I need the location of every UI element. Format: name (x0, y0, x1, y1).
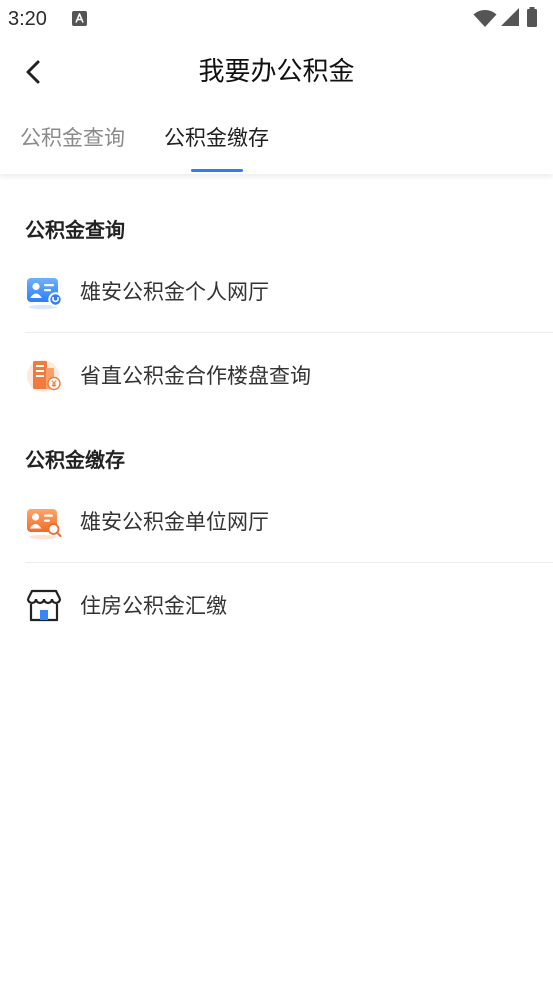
tab-indicator (191, 169, 243, 172)
signal-icon (501, 8, 519, 26)
tab-housing-fund-payment[interactable]: 公积金缴存 (164, 105, 269, 173)
section-title: 公积金缴存 (25, 450, 125, 472)
list-item-label: 雄安公积金个人网厅 (80, 280, 269, 304)
id-card-icon (25, 272, 63, 310)
notification-a-icon (72, 11, 87, 26)
section-title: 公积金查询 (25, 220, 125, 242)
list-item-provincial-partner-housing-query[interactable]: 省直公积金合作楼盘查询 (25, 333, 553, 416)
section-query: 公积金查询 雄安公积金个人网厅 省直公积金合作楼盘查询 (0, 213, 553, 416)
list-item-xiongan-personal-hall[interactable]: 雄安公积金个人网厅 (25, 249, 553, 333)
tab-housing-fund-query[interactable]: 公积金查询 (20, 105, 125, 173)
status-bar: 3:20 (0, 0, 553, 38)
list-item-label: 住房公积金汇缴 (80, 594, 227, 618)
content-list: 公积金查询 雄安公积金个人网厅 省直公积金合作楼盘查询 公积金缴存 雄安公积金单… (0, 174, 553, 646)
section-payment: 公积金缴存 雄安公积金单位网厅 住房公积金汇缴 (0, 443, 553, 646)
building-icon (25, 356, 63, 394)
list-item-xiongan-company-hall[interactable]: 雄安公积金单位网厅 (25, 479, 553, 563)
app-header: 我要办公积金 (0, 38, 553, 105)
page-title: 我要办公积金 (198, 56, 355, 86)
tab-bar: 公积金查询 公积金缴存 (0, 105, 553, 174)
battery-icon (527, 7, 537, 27)
status-time: 3:20 (8, 8, 47, 30)
wifi-icon (473, 10, 497, 27)
list-item-label: 省直公积金合作楼盘查询 (80, 364, 311, 388)
list-item-housing-fund-remittance[interactable]: 住房公积金汇缴 (25, 563, 553, 646)
list-item-label: 雄安公积金单位网厅 (80, 510, 269, 534)
store-icon (25, 586, 63, 624)
company-card-search-icon (25, 502, 63, 540)
